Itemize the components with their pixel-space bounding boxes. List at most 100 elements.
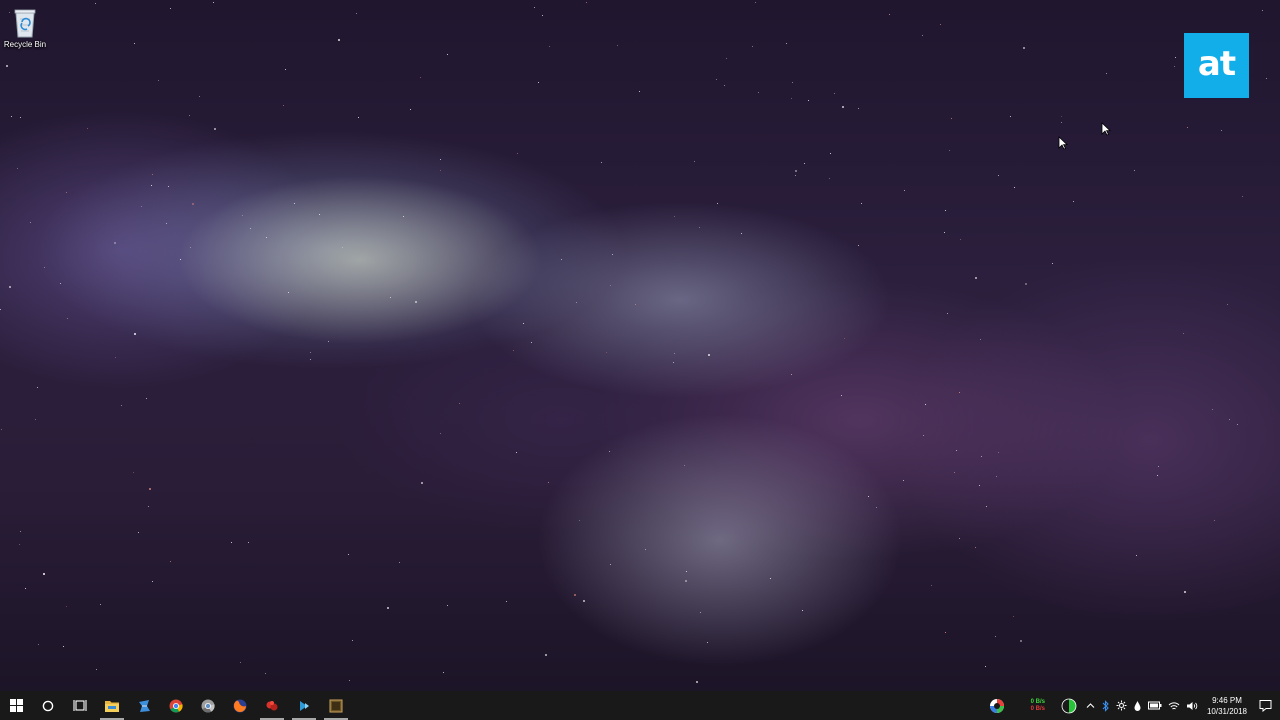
show-hidden-icons-button[interactable] <box>1083 691 1098 720</box>
desktop-background[interactable]: Recycle Bin at <box>0 0 1280 691</box>
star <box>586 2 587 3</box>
star <box>213 2 214 3</box>
star <box>95 3 96 4</box>
star <box>945 210 946 211</box>
cortana-circle-icon <box>42 700 54 711</box>
volume-tray-button[interactable] <box>1183 691 1201 720</box>
bluetooth-tray-button[interactable] <box>1098 691 1113 720</box>
star <box>1157 475 1158 476</box>
star <box>998 452 999 453</box>
star <box>148 506 149 507</box>
star <box>674 353 675 354</box>
star <box>420 77 421 78</box>
star <box>60 283 61 284</box>
star <box>538 82 539 83</box>
chrome-canary-button[interactable] <box>192 691 224 720</box>
star <box>319 214 320 215</box>
app-blue-button[interactable] <box>288 691 320 720</box>
star <box>844 338 845 339</box>
star <box>285 69 286 70</box>
star <box>1061 122 1062 123</box>
star <box>17 168 18 169</box>
star <box>358 117 359 118</box>
star <box>170 561 171 562</box>
star <box>694 161 695 162</box>
star <box>149 488 151 490</box>
green-status-tray-button[interactable] <box>1055 691 1083 720</box>
star <box>66 606 67 607</box>
star <box>100 604 101 605</box>
battery-tray-button[interactable] <box>1145 691 1165 720</box>
star <box>951 118 952 119</box>
file-explorer-button[interactable] <box>96 691 128 720</box>
search-button[interactable] <box>32 691 64 720</box>
star <box>979 485 980 486</box>
star <box>1262 10 1263 11</box>
star <box>545 654 547 656</box>
star <box>1187 127 1188 128</box>
star <box>786 43 787 44</box>
star <box>447 605 448 606</box>
star <box>542 15 543 16</box>
action-center-button[interactable] <box>1253 691 1280 720</box>
star <box>931 585 932 586</box>
star <box>199 96 200 97</box>
app-red-button[interactable] <box>256 691 288 720</box>
star <box>699 227 700 228</box>
star <box>310 359 311 360</box>
action-center-icon <box>1259 700 1272 712</box>
star <box>876 507 877 508</box>
drop-tray-button[interactable] <box>1130 691 1145 720</box>
star <box>6 65 8 67</box>
star <box>440 159 441 160</box>
start-button[interactable] <box>0 691 32 720</box>
star <box>791 374 792 375</box>
star <box>1229 419 1230 420</box>
star <box>574 594 576 596</box>
upload-speed: 0 B/s <box>1030 698 1045 705</box>
app-box-button[interactable] <box>320 691 352 720</box>
taskbar-clock[interactable]: 9:46 PM 10/31/2018 <box>1201 691 1253 720</box>
battery-icon <box>1147 701 1162 710</box>
network-speed-meter[interactable]: 0 B/s 0 B/s <box>1013 691 1055 720</box>
star <box>266 237 267 238</box>
star <box>724 85 725 86</box>
star <box>1174 66 1175 67</box>
star <box>1061 116 1062 117</box>
star <box>700 612 701 613</box>
star <box>685 580 687 582</box>
star <box>20 531 21 532</box>
chrome-button[interactable] <box>160 691 192 720</box>
star <box>158 80 159 81</box>
star <box>248 542 249 543</box>
star <box>43 573 45 575</box>
recycle-bin[interactable]: Recycle Bin <box>3 5 47 55</box>
wifi-tray-button[interactable] <box>1165 691 1183 720</box>
star <box>141 206 142 207</box>
firefox-icon <box>233 699 247 712</box>
star <box>0 309 1 310</box>
color-wheel-tray-button[interactable] <box>981 691 1013 720</box>
star <box>954 472 955 473</box>
star <box>861 203 862 204</box>
star <box>617 45 618 46</box>
star <box>959 392 960 393</box>
star <box>387 607 389 609</box>
settings-tray-button[interactable] <box>1113 691 1130 720</box>
chrome-icon <box>201 699 215 712</box>
star <box>996 476 997 477</box>
star <box>1266 78 1267 79</box>
red-app-icon <box>266 700 278 710</box>
firefox-button[interactable] <box>224 691 256 720</box>
task-view-icon <box>73 700 87 711</box>
star <box>923 435 924 436</box>
star <box>447 54 448 55</box>
task-view-button[interactable] <box>64 691 96 720</box>
app-button[interactable] <box>128 691 160 720</box>
star <box>1237 424 1238 425</box>
star <box>1221 130 1222 131</box>
star <box>755 2 756 3</box>
star <box>1184 591 1186 593</box>
star <box>240 662 241 663</box>
star <box>114 242 116 244</box>
